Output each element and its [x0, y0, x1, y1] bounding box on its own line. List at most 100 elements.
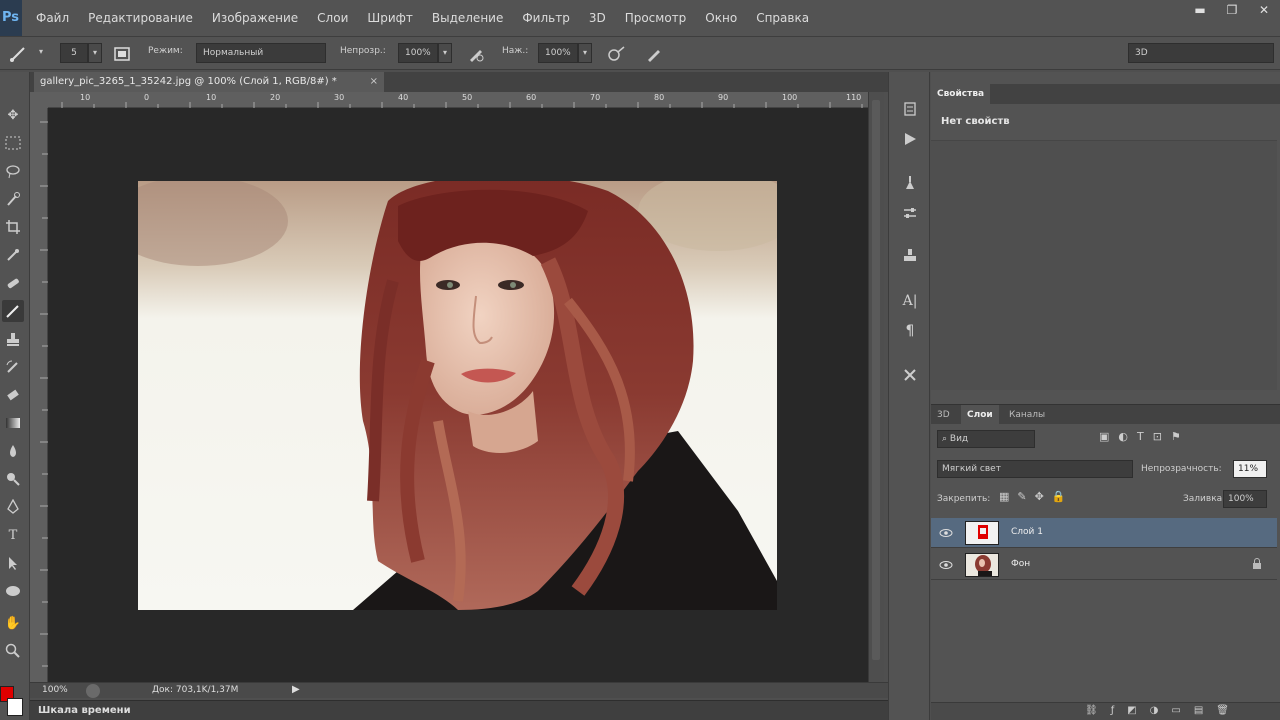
actions-play-icon[interactable]	[899, 128, 921, 150]
blend-mode-select[interactable]: Нормальный	[196, 43, 326, 63]
mode-label: Режим:	[148, 46, 183, 56]
properties-tab-bar: Свойства	[931, 84, 1280, 104]
layer-row[interactable]: Слой 1	[931, 518, 1277, 548]
clone-source-icon[interactable]	[899, 244, 921, 266]
tool-presets-icon[interactable]	[899, 364, 921, 386]
close-tab-icon[interactable]: ×	[370, 72, 378, 92]
menu-image[interactable]: Изображение	[212, 11, 298, 25]
opacity-dropdown[interactable]: ▾	[438, 43, 452, 63]
brush-tool-icon-active[interactable]	[2, 300, 24, 322]
menu-help[interactable]: Справка	[756, 11, 809, 25]
document-tab[interactable]: gallery_pic_3265_1_35242.jpg @ 100% (Сло…	[34, 72, 384, 92]
pressure-input[interactable]: 100%	[538, 43, 578, 63]
gradient-tool-icon[interactable]	[2, 412, 24, 434]
menu-file[interactable]: Файл	[36, 11, 69, 25]
eyedropper-tool-icon[interactable]	[2, 244, 24, 266]
layer-filter-icons[interactable]: ▣◐T⊡⚑	[1099, 430, 1219, 448]
healing-brush-tool-icon[interactable]	[2, 272, 24, 294]
layers-footer-icons[interactable]: ⛓ƒ◩◑▭▤🗑	[1085, 705, 1275, 719]
close-button[interactable]: ✕	[1248, 0, 1280, 20]
options-bar: ▾ 5 ▾ Режим: Нормальный Непрозр.: 100% ▾…	[0, 36, 1280, 70]
status-info-icon[interactable]	[86, 684, 100, 698]
menu-filter[interactable]: Фильтр	[522, 11, 569, 25]
ruler-label: 110	[846, 93, 862, 102]
menu-edit[interactable]: Редактирование	[88, 11, 193, 25]
tab-layers[interactable]: Слои	[961, 405, 999, 425]
tab-properties[interactable]: Свойства	[931, 84, 991, 104]
no-properties-text: Нет свойств	[941, 116, 1010, 127]
hand-tool-icon[interactable]: ✋	[2, 612, 24, 634]
workspace-select[interactable]: 3D	[1128, 43, 1274, 63]
minimize-button[interactable]: ▬	[1184, 0, 1216, 20]
lasso-tool-icon[interactable]	[2, 160, 24, 182]
scroll-thumb[interactable]	[872, 100, 880, 660]
visibility-eye-icon[interactable]	[939, 558, 953, 572]
restore-button[interactable]: ❐	[1216, 0, 1248, 20]
pen-tool-icon[interactable]	[2, 496, 24, 518]
menu-layers[interactable]: Слои	[317, 11, 348, 25]
pressure-opacity-icon[interactable]	[466, 44, 486, 64]
timeline-label[interactable]: Шкала времени	[38, 705, 131, 716]
menu-3d[interactable]: 3D	[589, 11, 606, 25]
brush-tool-icon[interactable]	[8, 44, 28, 64]
ruler-corner[interactable]	[30, 92, 48, 108]
lock-icons[interactable]: ▦✎✥🔒	[999, 490, 1089, 508]
brush-panel-icon[interactable]	[112, 44, 132, 64]
tool-preset-dropdown[interactable]: ▾	[34, 43, 48, 63]
brush-size-dropdown[interactable]: ▾	[88, 43, 102, 63]
blur-tool-icon[interactable]	[2, 440, 24, 462]
layer-row[interactable]: Фон	[931, 550, 1277, 580]
layer-opacity-label: Непрозрачность:	[1141, 464, 1222, 474]
character-icon[interactable]: A|	[899, 290, 921, 312]
menu-items: Файл Редактирование Изображение Слои Шри…	[36, 11, 828, 25]
paragraph-icon[interactable]: ¶	[899, 320, 921, 342]
fill-input[interactable]: 100%	[1223, 490, 1267, 508]
visibility-eye-icon[interactable]	[939, 526, 953, 540]
path-select-tool-icon[interactable]	[2, 552, 24, 574]
tab-3d[interactable]: 3D	[931, 405, 956, 425]
properties-content	[931, 140, 1277, 390]
dodge-tool-icon[interactable]	[2, 468, 24, 490]
search-icon: ⌕	[942, 434, 950, 444]
brush-size-box[interactable]: 5	[60, 43, 88, 63]
blend-mode-layers-select[interactable]: Мягкий свет	[937, 460, 1133, 478]
shape-tool-icon[interactable]	[2, 580, 24, 602]
pressure-dropdown[interactable]: ▾	[578, 43, 592, 63]
menu-window[interactable]: Окно	[705, 11, 737, 25]
ruler-top: 10 0 10 20 30 40 50 60 70 80 90 100 110	[48, 92, 868, 108]
history-brush-tool-icon[interactable]	[2, 356, 24, 378]
zoom-tool-icon[interactable]	[2, 640, 24, 662]
tab-channels[interactable]: Каналы	[1003, 405, 1051, 425]
layer-filter-label: Вид	[949, 434, 969, 444]
status-arrow-icon[interactable]: ▶	[292, 684, 300, 695]
ruler-label: 40	[398, 93, 409, 102]
layer-filter-select[interactable]: ⌕ Вид	[937, 430, 1035, 448]
eraser-tool-icon[interactable]	[2, 384, 24, 406]
crop-tool-icon[interactable]	[2, 216, 24, 238]
stamp-tool-icon[interactable]	[2, 328, 24, 350]
layer-thumbnail	[965, 521, 999, 545]
menu-select[interactable]: Выделение	[432, 11, 503, 25]
menu-view[interactable]: Просмотр	[625, 11, 687, 25]
opacity-input[interactable]: 100%	[398, 43, 438, 63]
marquee-tool-icon[interactable]	[2, 132, 24, 154]
layer-name[interactable]: Слой 1	[1011, 527, 1043, 537]
history-icon[interactable]	[899, 98, 921, 120]
quick-select-tool-icon[interactable]	[2, 188, 24, 210]
menu-type[interactable]: Шрифт	[367, 11, 413, 25]
photo-canvas[interactable]	[138, 181, 777, 610]
vertical-scrollbar[interactable]	[868, 92, 884, 682]
pressure-size-icon[interactable]	[644, 44, 664, 64]
zoom-level[interactable]: 100%	[42, 685, 68, 695]
background-color-swatch[interactable]	[7, 698, 23, 716]
move-tool-icon[interactable]: ✥	[2, 104, 24, 126]
type-tool-icon[interactable]: T	[2, 524, 24, 546]
layer-opacity-input[interactable]: 11%	[1233, 460, 1267, 478]
brush-presets-icon[interactable]	[899, 172, 921, 194]
ruler-label: 20	[270, 93, 281, 102]
ruler-label: 90	[718, 93, 729, 102]
layer-name[interactable]: Фон	[1011, 559, 1030, 569]
pressure-label: Наж.:	[502, 46, 529, 56]
airbrush-icon[interactable]	[606, 44, 626, 64]
adjustments-icon[interactable]	[899, 202, 921, 224]
